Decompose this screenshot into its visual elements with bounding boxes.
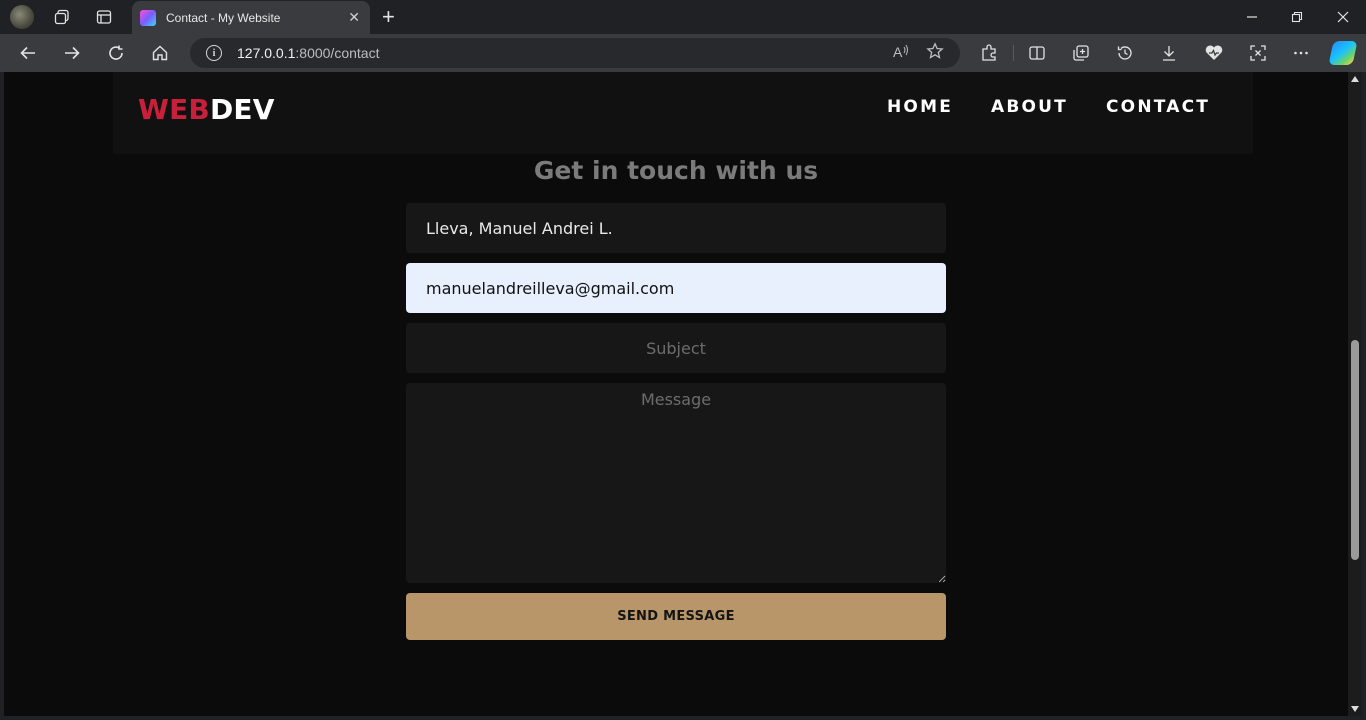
browser-essentials-icon[interactable]	[1203, 42, 1225, 64]
read-aloud-icon[interactable]: A	[893, 44, 910, 63]
favorite-star-icon[interactable]	[926, 42, 944, 64]
svg-text:A: A	[893, 44, 903, 59]
subject-input[interactable]	[406, 323, 946, 373]
back-icon[interactable]	[16, 41, 40, 65]
tab-actions-icon[interactable]	[92, 5, 116, 29]
tab-title: Contact - My Website	[166, 10, 281, 25]
more-options-icon[interactable]	[1290, 42, 1312, 64]
home-icon[interactable]	[148, 41, 172, 65]
email-input[interactable]	[406, 263, 946, 313]
minimize-icon[interactable]	[1241, 6, 1263, 28]
scroll-up-arrow-icon[interactable]	[1351, 76, 1359, 82]
new-tab-button[interactable]: +	[382, 4, 395, 30]
profile-avatar[interactable]	[10, 5, 34, 29]
close-window-icon[interactable]	[1332, 6, 1354, 28]
browser-titlebar: Contact - My Website ✕ +	[0, 0, 1366, 34]
restore-icon[interactable]	[1286, 6, 1308, 28]
logo-part-dev: DEV	[209, 93, 275, 126]
logo-part-web: WEB	[138, 93, 210, 126]
browser-toolbar: i 127.0.0.1:8000/contact A	[0, 34, 1366, 72]
message-textarea[interactable]	[406, 383, 946, 583]
toolbar-divider	[1013, 45, 1014, 61]
name-input[interactable]	[406, 203, 946, 253]
contact-heading: Get in touch with us	[533, 156, 819, 185]
site-info-icon[interactable]: i	[206, 45, 222, 61]
url-text: 127.0.0.1:8000/contact	[237, 45, 380, 61]
screenshot-icon[interactable]	[1247, 42, 1269, 64]
collections-icon[interactable]	[1070, 42, 1092, 64]
send-message-button[interactable]: SEND MESSAGE	[406, 593, 946, 640]
scroll-down-arrow-icon[interactable]	[1351, 706, 1359, 712]
scrollbar-thumb[interactable]	[1351, 340, 1359, 560]
downloads-icon[interactable]	[1158, 42, 1180, 64]
address-bar[interactable]: i 127.0.0.1:8000/contact A	[190, 38, 960, 68]
page-scrollbar[interactable]	[1348, 72, 1362, 716]
browser-tab-active[interactable]: Contact - My Website ✕	[132, 1, 370, 34]
history-icon[interactable]	[1114, 42, 1136, 64]
forward-icon[interactable]	[60, 41, 84, 65]
site-header: WEBDEV HOME ABOUT CONTACT	[113, 72, 1253, 154]
extensions-icon[interactable]	[978, 42, 1000, 64]
tab-close-icon[interactable]: ✕	[348, 10, 360, 26]
split-screen-icon[interactable]	[1026, 42, 1048, 64]
site-favicon-icon	[140, 9, 156, 26]
site-logo[interactable]: WEBDEV	[138, 93, 275, 126]
workspaces-icon[interactable]	[50, 5, 74, 29]
refresh-icon[interactable]	[104, 41, 128, 65]
nav-contact-link[interactable]: CONTACT	[1106, 97, 1210, 117]
nav-about-link[interactable]: ABOUT	[991, 97, 1068, 117]
page-viewport: WEBDEV HOME ABOUT CONTACT Get in touch w…	[4, 72, 1348, 716]
nav-home-link[interactable]: HOME	[887, 97, 953, 117]
